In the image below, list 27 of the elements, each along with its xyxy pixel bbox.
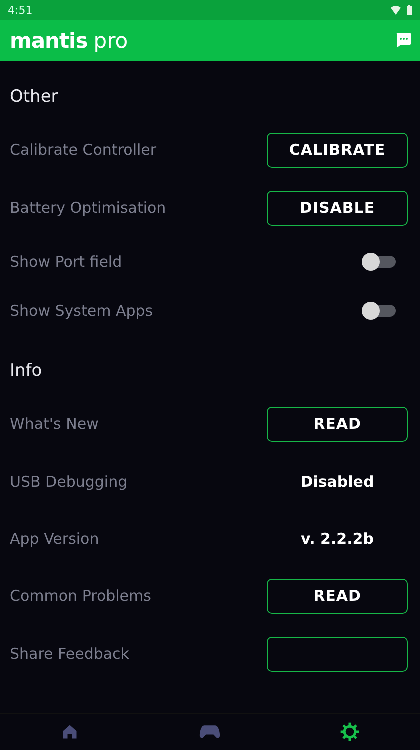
action-button[interactable]: CALIBRATE — [267, 132, 408, 168]
action-button[interactable]: READ — [267, 578, 408, 614]
setting-value: v. 2.2.2b — [300, 530, 375, 548]
toggle-switch[interactable] — [362, 252, 398, 272]
battery-icon — [407, 5, 412, 15]
setting-value: Disabled — [300, 472, 376, 490]
section-title: Other — [10, 86, 60, 109]
gamepad-icon — [199, 724, 221, 740]
action-button[interactable]: READ — [267, 406, 408, 442]
setting-label: Calibrate Controller — [10, 141, 157, 159]
setting-label: Battery Optimisation — [10, 199, 166, 217]
status-time: 4:51 — [8, 4, 33, 16]
action-button[interactable]: DISABLE — [267, 190, 408, 226]
setting-label: Show Port field — [10, 252, 122, 270]
section-title: Info — [10, 360, 44, 383]
setting-label: App Version — [10, 530, 100, 548]
toggle-switch[interactable] — [362, 300, 398, 320]
app-title: mantis pro — [10, 28, 128, 52]
settings-icon — [340, 722, 360, 742]
setting-label: Common Problems — [10, 587, 152, 605]
action-button[interactable] — [267, 636, 408, 672]
setting-label: What's New — [10, 415, 99, 433]
setting-label: Show System Apps — [10, 302, 154, 320]
setting-label: USB Debugging — [10, 472, 128, 490]
setting-label: Share Feedback — [10, 645, 130, 663]
wifi-icon — [391, 6, 401, 14]
home-icon — [61, 723, 79, 741]
